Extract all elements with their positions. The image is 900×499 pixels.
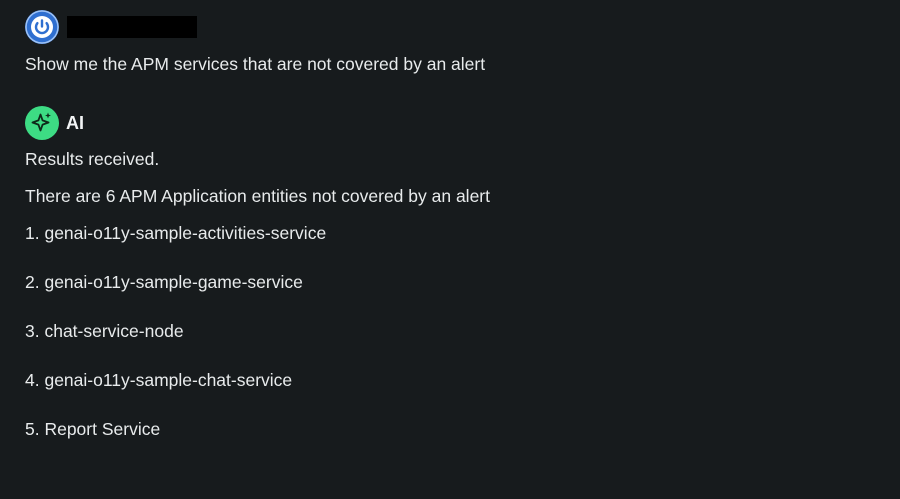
user-message-header xyxy=(25,10,485,44)
ai-message: AI Results received. There are 6 APM App… xyxy=(25,106,490,441)
ai-sender-name: AI xyxy=(66,112,84,133)
result-item: 1. genai-o11y-sample-activities-service xyxy=(25,223,327,243)
results-list: 1. genai-o11y-sample-activities-service … xyxy=(25,221,490,441)
result-item: 3. chat-service-node xyxy=(25,321,184,341)
redacted-username xyxy=(67,16,197,38)
result-item: 5. Report Service xyxy=(25,419,161,439)
ai-message-header: AI xyxy=(25,106,490,140)
user-avatar xyxy=(25,10,59,44)
ai-summary-text: There are 6 APM Application entities not… xyxy=(25,186,490,206)
sparkle-icon xyxy=(31,112,51,132)
result-item: 4. genai-o11y-sample-chat-service xyxy=(25,370,293,390)
power-icon xyxy=(25,10,59,44)
ai-avatar xyxy=(25,106,59,140)
user-message: Show me the APM services that are not co… xyxy=(25,10,485,76)
result-item: 2. genai-o11y-sample-game-service xyxy=(25,272,303,292)
user-message-text: Show me the APM services that are not co… xyxy=(25,54,486,74)
ai-status-text: Results received. xyxy=(25,149,160,169)
